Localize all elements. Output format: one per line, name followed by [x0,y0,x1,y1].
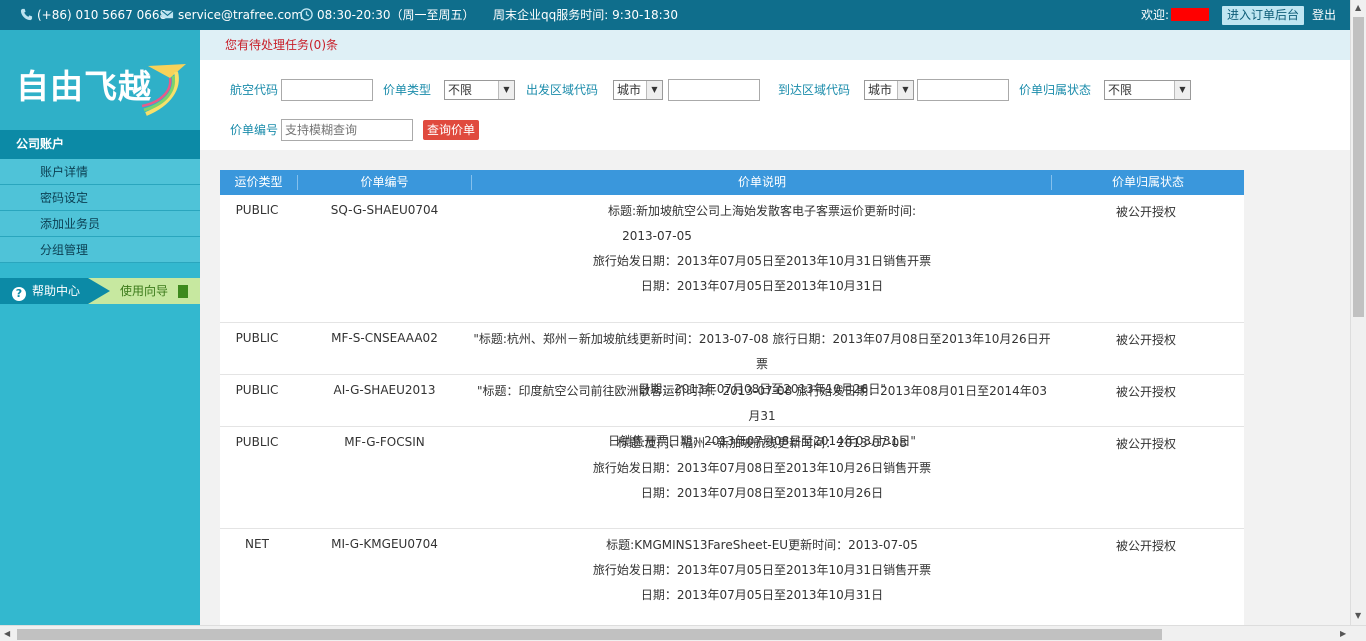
horizontal-scroll-thumb[interactable] [17,629,1162,640]
desc-line: 标题:新加坡航空公司上海始发散客电子客票运价更新时间: [607,204,917,218]
horizontal-scrollbar[interactable]: ◀ ▶ [0,625,1366,641]
scroll-up-icon[interactable]: ▲ [1355,3,1361,12]
row-description: 标题:新加坡航空公司上海始发散客电子客票运价更新时间: 2013-07-05 旅… [472,199,1052,299]
table-row[interactable]: NET MI-G-KMGEU0704 标题:KMGMINS13FareSheet… [220,529,1244,625]
redacted-username [1171,8,1210,21]
row-type: NET [245,537,269,551]
question-icon: ? [12,287,26,301]
row-code[interactable]: MI-G-KMGEU0704 [297,537,472,551]
help-bar: ? 帮助中心 使用向导 [0,278,200,304]
logo-swoosh-icon [141,64,186,116]
row-status: 被公开授权 [1115,539,1176,553]
depart-region-input[interactable] [668,79,760,101]
desc-line: 标题:KMGMINS13FareSheet-EU更新时间：2013-07-05 [606,538,918,552]
chevron-down-icon: ▼ [646,81,662,99]
row-code[interactable]: MF-S-CNSEAAA02 [297,331,472,345]
hours-info: 08:30-20:30（周一至周五） [300,0,475,30]
logo-text: 自由飞越 [16,67,152,106]
row-status: 被公开授权 [1115,437,1176,451]
col-fare-type: 运价类型 [234,175,283,189]
user-guide-link[interactable]: 使用向导 [88,278,200,304]
welcome-text: 欢迎: [1141,0,1210,30]
arrive-region-select[interactable]: 城市 ▼ [864,80,914,100]
row-type: PUBLIC [235,383,279,397]
scroll-down-icon[interactable]: ▼ [1355,611,1361,620]
book-icon [178,285,188,298]
desc-line: 旅行始发日期：2013年07月05日至2013年10月31日销售开票 [592,563,932,577]
company-account-header: 公司账户 [0,130,200,159]
email-info: service@trafree.com [161,0,303,30]
table-row[interactable]: PUBLIC MF-S-CNSEAAA02 "标题:杭州、郑州－新加坡航线更新时… [220,323,1244,396]
chevron-down-icon: ▼ [498,81,514,99]
row-status: 被公开授权 [1115,333,1176,347]
ownership-select[interactable]: 不限 ▼ [1104,80,1191,100]
row-description: 标题:厦门、福州－新加坡航线更新时间：2013-07-08 旅行始发日期：201… [472,431,1052,506]
row-type: PUBLIC [235,203,279,217]
depart-region-label: 出发区域代码 [526,83,599,97]
phone-info: (+86) 010 5667 0668 [20,0,167,30]
desc-line: 日期：2013年07月05日至2013年10月31日 [640,588,884,602]
row-status: 被公开授权 [1115,385,1176,399]
scroll-left-icon[interactable]: ◀ [4,629,10,638]
airline-code-input[interactable] [281,79,373,101]
row-code[interactable]: MF-G-FOCSIN [297,435,472,449]
table-header: 运价类型 价单编号 价单说明 价单归属状态 [220,170,1244,195]
search-filters: 航空代码 价单类型 不限 ▼ 出发区域代码 城市 ▼ 到达区域代码 城市 ▼ 价单归属… [200,60,1350,150]
order-backend-button[interactable]: 进入订单后台 [1222,6,1305,25]
desc-line: 2013-07-05 [622,229,692,243]
help-center-link[interactable]: ? 帮助中心 [0,278,80,304]
sidebar-item-group-management[interactable]: 分组管理 [0,237,200,263]
airline-code-label: 航空代码 [230,83,279,97]
chevron-down-icon: ▼ [1174,81,1190,99]
price-no-input[interactable] [281,119,413,141]
chevron-down-icon: ▼ [897,81,913,99]
price-type-label: 价单类型 [383,83,432,97]
desc-line: 旅行始发日期：2013年07月05日至2013年10月31日销售开票 [592,254,932,268]
arrive-region-input[interactable] [917,79,1009,101]
sidebar-item-account-details[interactable]: 账户详情 [0,159,200,185]
weekend-hours: 周末企业qq服务时间: 9:30-18:30 [493,8,678,22]
row-code[interactable]: AI-G-SHAEU2013 [297,383,472,397]
ownership-label: 价单归属状态 [1019,83,1092,97]
desc-line: 日期：2013年07月05日至2013年10月31日 [640,279,884,293]
mail-icon [161,10,174,19]
row-status: 被公开授权 [1115,205,1176,219]
col-price-no: 价单编号 [360,175,409,189]
sidebar-item-password[interactable]: 密码设定 [0,185,200,211]
arrive-region-label: 到达区域代码 [778,83,851,97]
col-description: 价单说明 [737,175,786,189]
row-code[interactable]: SQ-G-SHAEU0704 [297,203,472,217]
pending-tasks-notice[interactable]: 您有待处理任务(0)条 [200,30,1350,60]
price-table: 运价类型 价单编号 价单说明 价单归属状态 PUBLIC SQ-G-SHAEU0… [220,170,1244,625]
clock-icon [300,8,313,21]
desc-line: 标题:厦门、福州－新加坡航线更新时间：2013-07-08 [617,436,907,450]
depart-region-select[interactable]: 城市 ▼ [613,80,663,100]
desc-line: 日期：2013年07月08日至2013年10月26日 [640,486,884,500]
row-type: PUBLIC [235,331,279,345]
sidebar: 自由飞越 公司账户 账户详情 密码设定 添加业务员 分组管理 ? 帮助中心 使用向… [0,30,200,641]
top-bar: (+86) 010 5667 0668 service@trafree.com … [0,0,1350,30]
logo[interactable]: 自由飞越 [0,30,200,130]
email-link[interactable]: service@trafree.com [178,8,303,22]
row-description: 标题:KMGMINS13FareSheet-EU更新时间：2013-07-05 … [472,533,1052,608]
vertical-scrollbar[interactable]: ▲ ▼ [1350,0,1366,625]
row-type: PUBLIC [235,435,279,449]
sidebar-item-add-salesperson[interactable]: 添加业务员 [0,211,200,237]
table-row[interactable]: PUBLIC AI-G-SHAEU2013 "标题：印度航空公司前往欧洲散客运价… [220,375,1244,448]
price-no-label: 价单编号 [230,123,279,137]
phone-icon [20,8,33,21]
col-ownership: 价单归属状态 [1111,175,1184,189]
vertical-scroll-thumb[interactable] [1353,17,1364,317]
table-row[interactable]: PUBLIC SQ-G-SHAEU0704 标题:新加坡航空公司上海始发散客电子… [220,195,1244,323]
logout-link[interactable]: 登出 [1312,0,1336,30]
desc-line: "标题:杭州、郑州－新加坡航线更新时间：2013-07-08 旅行日期：2013… [473,332,1051,371]
desc-line: 旅行始发日期：2013年07月08日至2013年10月26日销售开票 [592,461,932,475]
query-price-button[interactable]: 查询价单 [423,120,480,140]
desc-line: "标题：印度航空公司前往欧洲散客运价时间：2013-07-08 旅行始发日期：2… [477,384,1047,423]
price-type-select[interactable]: 不限 ▼ [444,80,515,100]
scroll-right-icon[interactable]: ▶ [1340,629,1346,638]
table-row[interactable]: PUBLIC MF-G-FOCSIN 标题:厦门、福州－新加坡航线更新时间：20… [220,427,1244,529]
